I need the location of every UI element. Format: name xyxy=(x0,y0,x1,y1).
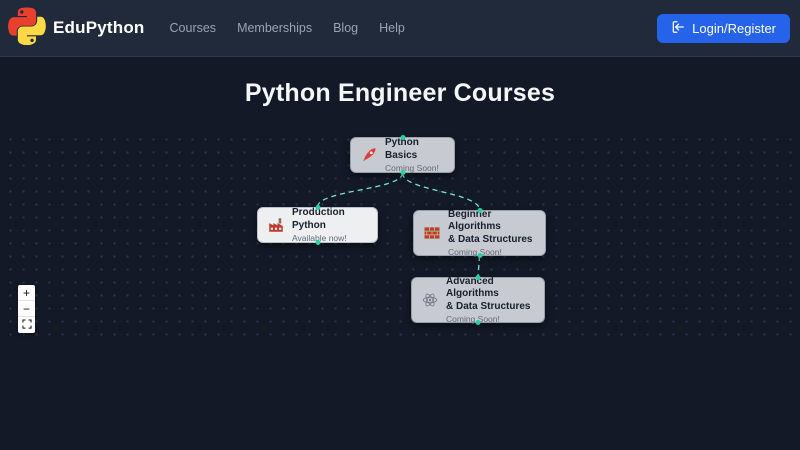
node-title: Python Basics xyxy=(385,137,445,162)
node-subtitle: Coming Soon! xyxy=(446,314,535,324)
atom-icon xyxy=(421,291,439,309)
login-register-button[interactable]: Login/Register xyxy=(657,14,790,43)
nav-item-courses[interactable]: Courses xyxy=(170,21,217,35)
node-subtitle: Coming Soon! xyxy=(448,247,536,257)
node-handle-top[interactable] xyxy=(476,275,481,280)
navbar: EduPython Courses Memberships Blog Help … xyxy=(0,0,800,57)
edge-basics-to-production[interactable] xyxy=(318,173,403,207)
edge-basics-to-beginner[interactable] xyxy=(403,173,480,210)
rocket-icon xyxy=(360,146,378,164)
flow-canvas[interactable]: Python Basics Coming Soon! Production Py… xyxy=(0,128,800,340)
node-handle-bottom[interactable] xyxy=(477,253,482,258)
node-subtitle: Coming Soon! xyxy=(385,163,445,173)
flow-node-production-python[interactable]: Production Python Available now! xyxy=(257,207,378,243)
edge-beginner-to-advanced[interactable] xyxy=(478,256,480,277)
node-subtitle: Available now! xyxy=(292,233,368,243)
node-title: Production Python xyxy=(292,207,368,232)
login-button-label: Login/Register xyxy=(692,21,776,36)
nav-item-help[interactable]: Help xyxy=(379,21,405,35)
brand-name: EduPython xyxy=(53,18,145,38)
node-handle-top[interactable] xyxy=(477,208,482,213)
node-title: Advanced Algorithms & Data Structures xyxy=(446,276,535,314)
flow-node-advanced-algorithms[interactable]: Advanced Algorithms & Data Structures Co… xyxy=(411,277,545,323)
flow-node-beginner-algorithms[interactable]: Beginner Algorithms & Data Structures Co… xyxy=(413,210,546,256)
node-handle-top[interactable] xyxy=(315,205,320,210)
login-arrow-icon xyxy=(671,20,685,37)
nav-item-blog[interactable]: Blog xyxy=(333,21,358,35)
zoom-in-button[interactable]: + xyxy=(18,285,35,301)
fit-view-button[interactable] xyxy=(18,317,35,333)
nav-item-memberships[interactable]: Memberships xyxy=(237,21,312,35)
fit-view-icon xyxy=(22,318,32,332)
flow-controls: + − xyxy=(18,285,35,333)
brick-icon xyxy=(423,224,441,242)
node-handle-top[interactable] xyxy=(400,135,405,140)
node-title: Beginner Algorithms & Data Structures xyxy=(448,209,536,247)
python-logo-icon xyxy=(8,7,46,50)
brand[interactable]: EduPython xyxy=(8,7,145,50)
node-handle-bottom[interactable] xyxy=(476,320,481,325)
factory-icon xyxy=(267,216,285,234)
flow-node-python-basics[interactable]: Python Basics Coming Soon! xyxy=(350,137,455,173)
page-title: Python Engineer Courses xyxy=(0,57,800,108)
node-handle-bottom[interactable] xyxy=(400,170,405,175)
main-content: Python Engineer Courses Python Basics Co… xyxy=(0,57,800,450)
node-handle-bottom[interactable] xyxy=(315,240,320,245)
zoom-out-button[interactable]: − xyxy=(18,301,35,317)
nav-links: Courses Memberships Blog Help xyxy=(170,21,405,35)
